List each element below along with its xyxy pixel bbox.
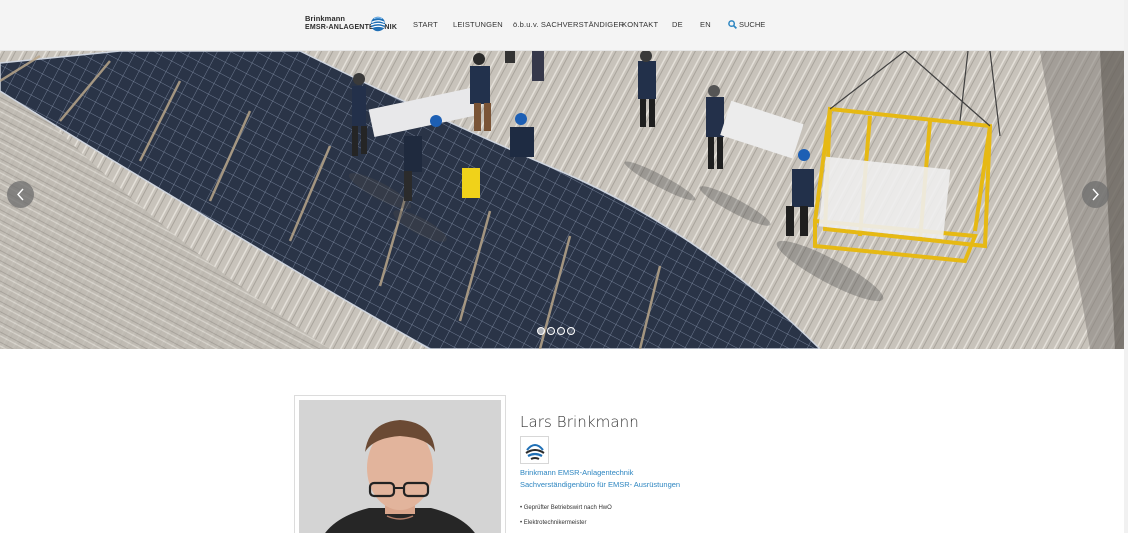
slider-dot-1[interactable] <box>537 327 545 335</box>
nav-item-start[interactable]: START <box>413 20 438 29</box>
nav-item-sachverstaendiger[interactable]: ö.b.u.v. SACHVERSTÄNDIGER <box>513 20 624 29</box>
slider-prev-button[interactable] <box>7 181 34 208</box>
nav-item-leistungen[interactable]: LEISTUNGEN <box>453 20 503 29</box>
site-header: Brinkmann EMSR-ANLAGENTECHNIK START LEIS… <box>0 0 1128 51</box>
qualification-item: • Elektrotechnikermeister <box>520 520 587 526</box>
slider-dot-2[interactable] <box>547 327 555 335</box>
slider-pagination <box>537 327 577 337</box>
main-navigation: START LEISTUNGEN ö.b.u.v. SACHVERSTÄNDIG… <box>0 20 1128 32</box>
chevron-right-icon <box>1092 188 1099 201</box>
chevron-left-icon <box>17 188 24 201</box>
company-badge <box>520 436 549 464</box>
qualification-item: • Geprüfter Betriebswirt nach HwO <box>520 505 612 511</box>
profile-name: Lars Brinkmann <box>520 413 639 431</box>
search-icon <box>728 20 737 29</box>
search-label: SUCHE <box>739 20 766 29</box>
profile-photo <box>299 400 501 533</box>
slider-dot-3[interactable] <box>557 327 565 335</box>
page-scrollbar[interactable] <box>1124 0 1128 533</box>
company-subtitle-link[interactable]: Sachverständigenbüro für EMSR- Ausrüstun… <box>520 479 680 490</box>
slide-image-solar-roof <box>0 51 1128 349</box>
globe-badge-icon <box>525 444 545 460</box>
nav-item-language-de[interactable]: DE <box>672 20 683 29</box>
company-link[interactable]: Brinkmann EMSR-Anlagentechnik <box>520 467 633 478</box>
nav-item-language-en[interactable]: EN <box>700 20 711 29</box>
nav-item-kontakt[interactable]: KONTAKT <box>622 20 658 29</box>
hero-slider <box>0 51 1128 349</box>
slider-next-button[interactable] <box>1082 181 1109 208</box>
portrait-image <box>299 400 501 533</box>
profile-photo-frame <box>294 395 506 533</box>
slider-dot-4[interactable] <box>567 327 575 335</box>
